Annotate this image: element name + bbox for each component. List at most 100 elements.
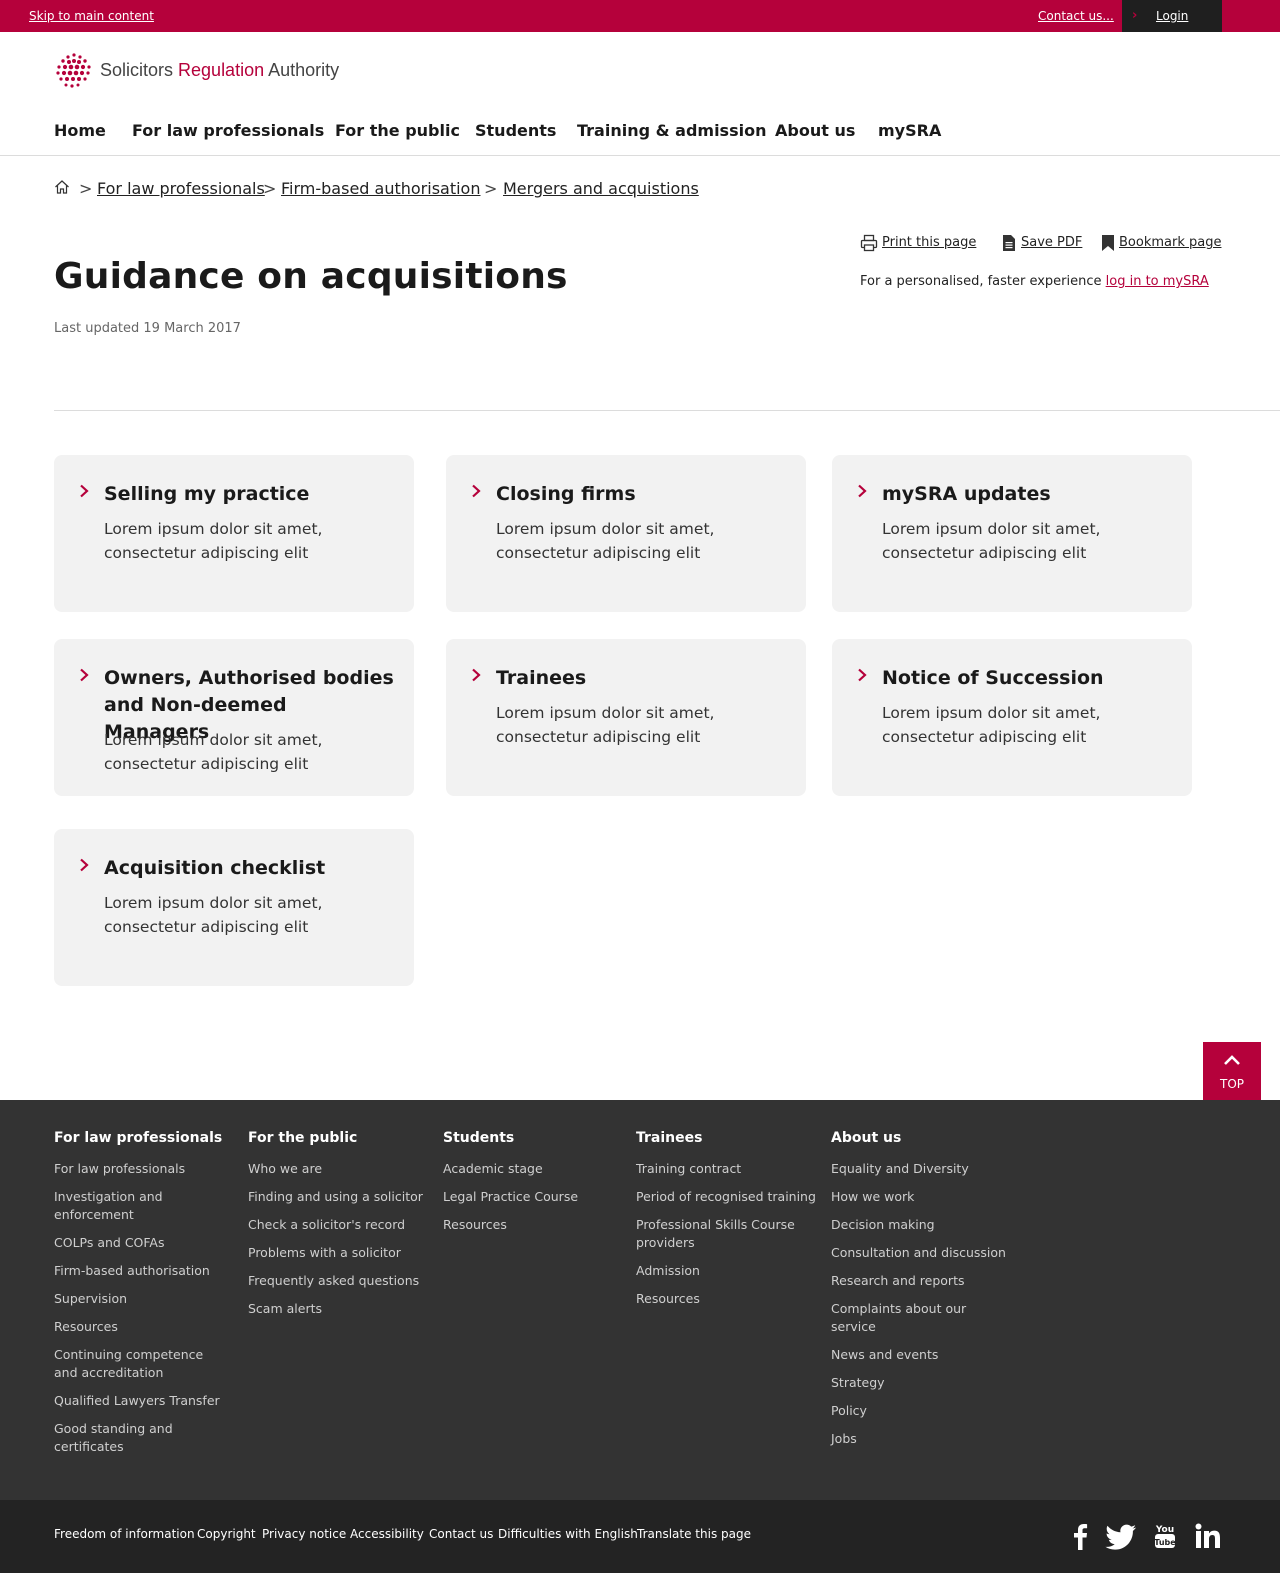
footer-link[interactable]: Decision making [831,1216,1013,1234]
footer-link[interactable]: Investigation and enforcement [54,1188,184,1224]
footer-link[interactable]: Resources [443,1216,625,1234]
footer-link[interactable]: Policy [831,1402,1013,1420]
card-owners-authorised-bodies[interactable]: Owners, Authorised bodies and Non-deemed… [54,639,414,796]
footer-link[interactable]: How we work [831,1188,1013,1206]
footer-link[interactable]: Consultation and discussion [831,1244,1013,1262]
bookmark-page-link[interactable]: Bookmark page [1119,235,1221,250]
footer-link[interactable]: Training contract [636,1160,818,1178]
facebook-icon[interactable] [1072,1522,1088,1550]
linkedin-icon[interactable] [1195,1522,1221,1550]
skip-to-content-link[interactable]: Skip to main content [29,9,154,23]
card-title: Acquisition checklist [104,857,326,879]
divider [54,410,1280,411]
card-trainees[interactable]: Trainees Lorem ipsum dolor sit amet, con… [446,639,806,796]
twitter-icon[interactable] [1105,1522,1137,1550]
sra-logo[interactable]: Solicitors Regulation Authority [54,51,374,91]
card-title: Trainees [496,667,587,689]
card-mysra-updates[interactable]: mySRA updates Lorem ipsum dolor sit amet… [832,455,1192,612]
home-icon[interactable] [54,179,70,195]
footer-link[interactable]: Frequently asked questions [248,1272,430,1290]
footer-link[interactable]: Scam alerts [248,1300,430,1318]
footer-privacy-link[interactable]: Privacy notice [262,1527,346,1541]
back-to-top-button[interactable]: TOP [1203,1042,1261,1100]
print-page-link[interactable]: Print this page [882,235,976,250]
footer-link[interactable]: Legal Practice Course [443,1188,625,1206]
footer-freedom-of-information-link[interactable]: Freedom of information [54,1527,195,1541]
footer-link[interactable]: COLPs and COFAs [54,1234,236,1252]
footer-link[interactable]: Research and reports [831,1272,1013,1290]
card-description: Lorem ipsum dolor sit amet, consectetur … [104,731,323,773]
footer-column-public: For the public Who we are Finding and us… [248,1130,430,1328]
login-mysra-link[interactable]: log in to mySRA [1106,274,1209,289]
nav-item-public[interactable]: For the public [335,121,460,140]
footer-link[interactable]: Check a solicitor's record [248,1216,430,1234]
chevron-right-icon [858,484,867,498]
footer-link[interactable]: Jobs [831,1430,1013,1448]
footer-link[interactable]: Complaints about our service [831,1300,1013,1336]
footer-link[interactable]: For law professionals [54,1160,236,1178]
login-button[interactable]: › Login [1122,0,1222,32]
breadcrumb-separator: > [263,179,277,198]
footer-heading: For the public [248,1130,358,1146]
nav-item-mysra[interactable]: mySRA [878,121,941,140]
card-acquisition-checklist[interactable]: Acquisition checklist Lorem ipsum dolor … [54,829,414,986]
utility-bar: Skip to main content Contact us... › Log… [0,0,1280,32]
chevron-right-icon [80,858,89,872]
footer-link[interactable]: Supervision [54,1290,236,1308]
chevron-right-icon [80,668,89,682]
footer-column-students: Students Academic stage Legal Practice C… [443,1130,625,1244]
sra-dots-logo-icon [56,53,91,88]
footer-column-about-us: About us Equality and Diversity How we w… [831,1130,1013,1458]
nav-item-students[interactable]: Students [475,121,556,140]
card-description: Lorem ipsum dolor sit amet, consectetur … [104,894,323,936]
footer-link[interactable]: Good standing and certificates [54,1420,194,1456]
card-selling-practice[interactable]: Selling my practice Lorem ipsum dolor si… [54,455,414,612]
footer-link[interactable]: Who we are [248,1160,430,1178]
footer-link[interactable]: Strategy [831,1374,1013,1392]
footer-link[interactable]: Resources [636,1290,818,1308]
footer-link[interactable]: News and events [831,1346,1013,1364]
breadcrumb-mergers[interactable]: Mergers and acquistions [503,179,699,198]
footer-link[interactable]: Qualified Lawyers Transfer [54,1392,236,1410]
footer-link[interactable]: Admission [636,1262,818,1280]
footer-difficulties-english-link[interactable]: Difficulties with English [498,1527,638,1541]
footer-link[interactable]: Firm-based authorisation [54,1262,236,1280]
contact-us-link[interactable]: Contact us... [1038,9,1114,23]
breadcrumb-law-professionals[interactable]: For law professionals [97,179,265,198]
footer-link[interactable]: Finding and using a solicitor [248,1188,430,1206]
card-title: Closing firms [496,483,636,505]
document-pdf-icon [1003,235,1015,251]
footer-contact-link[interactable]: Contact us [429,1527,493,1541]
personalised-experience-text: For a personalised, faster experience lo… [860,274,1209,289]
nav-item-about-us[interactable]: About us [775,121,855,140]
breadcrumb-firm-authorisation[interactable]: Firm-based authorisation [281,179,480,198]
footer-heading: For law professionals [54,1130,223,1146]
bookmark-icon [1102,235,1114,251]
footer-link[interactable]: Professional Skills Course providers [636,1216,796,1252]
footer-link[interactable]: Academic stage [443,1160,625,1178]
save-pdf-link[interactable]: Save PDF [1021,235,1082,250]
card-description: Lorem ipsum dolor sit amet, consectetur … [104,520,323,562]
footer-translate-link[interactable]: Translate this page [637,1527,751,1541]
nav-item-training-admission[interactable]: Training & admission [577,121,766,140]
footer-copyright-link[interactable]: Copyright [197,1527,256,1541]
back-to-top-label: TOP [1219,1077,1244,1091]
footer-link[interactable]: Equality and Diversity [831,1160,1013,1178]
nav-item-law-professionals[interactable]: For law professionals [132,121,324,140]
breadcrumb-separator: > [79,179,93,198]
chevron-up-icon [1224,1055,1240,1065]
footer-link[interactable]: Period of recognised training [636,1188,818,1206]
card-title: mySRA updates [882,483,1051,505]
youtube-icon[interactable]: You Tube [1154,1522,1176,1550]
printer-icon [860,234,878,252]
footer-link[interactable]: Problems with a solicitor [248,1244,430,1262]
card-description: Lorem ipsum dolor sit amet, consectetur … [882,704,1101,746]
nav-item-home[interactable]: Home [54,121,106,140]
footer-link[interactable]: Continuing competence and accreditation [54,1346,229,1382]
footer-accessibility-link[interactable]: Accessibility [350,1527,424,1541]
card-closing-firms[interactable]: Closing firms Lorem ipsum dolor sit amet… [446,455,806,612]
footer-link[interactable]: Resources [54,1318,236,1336]
card-notice-of-succession[interactable]: Notice of Succession Lorem ipsum dolor s… [832,639,1192,796]
page-title: Guidance on acquisitions [54,256,568,297]
main-navigation: Home For law professionals For the publi… [0,112,1280,156]
